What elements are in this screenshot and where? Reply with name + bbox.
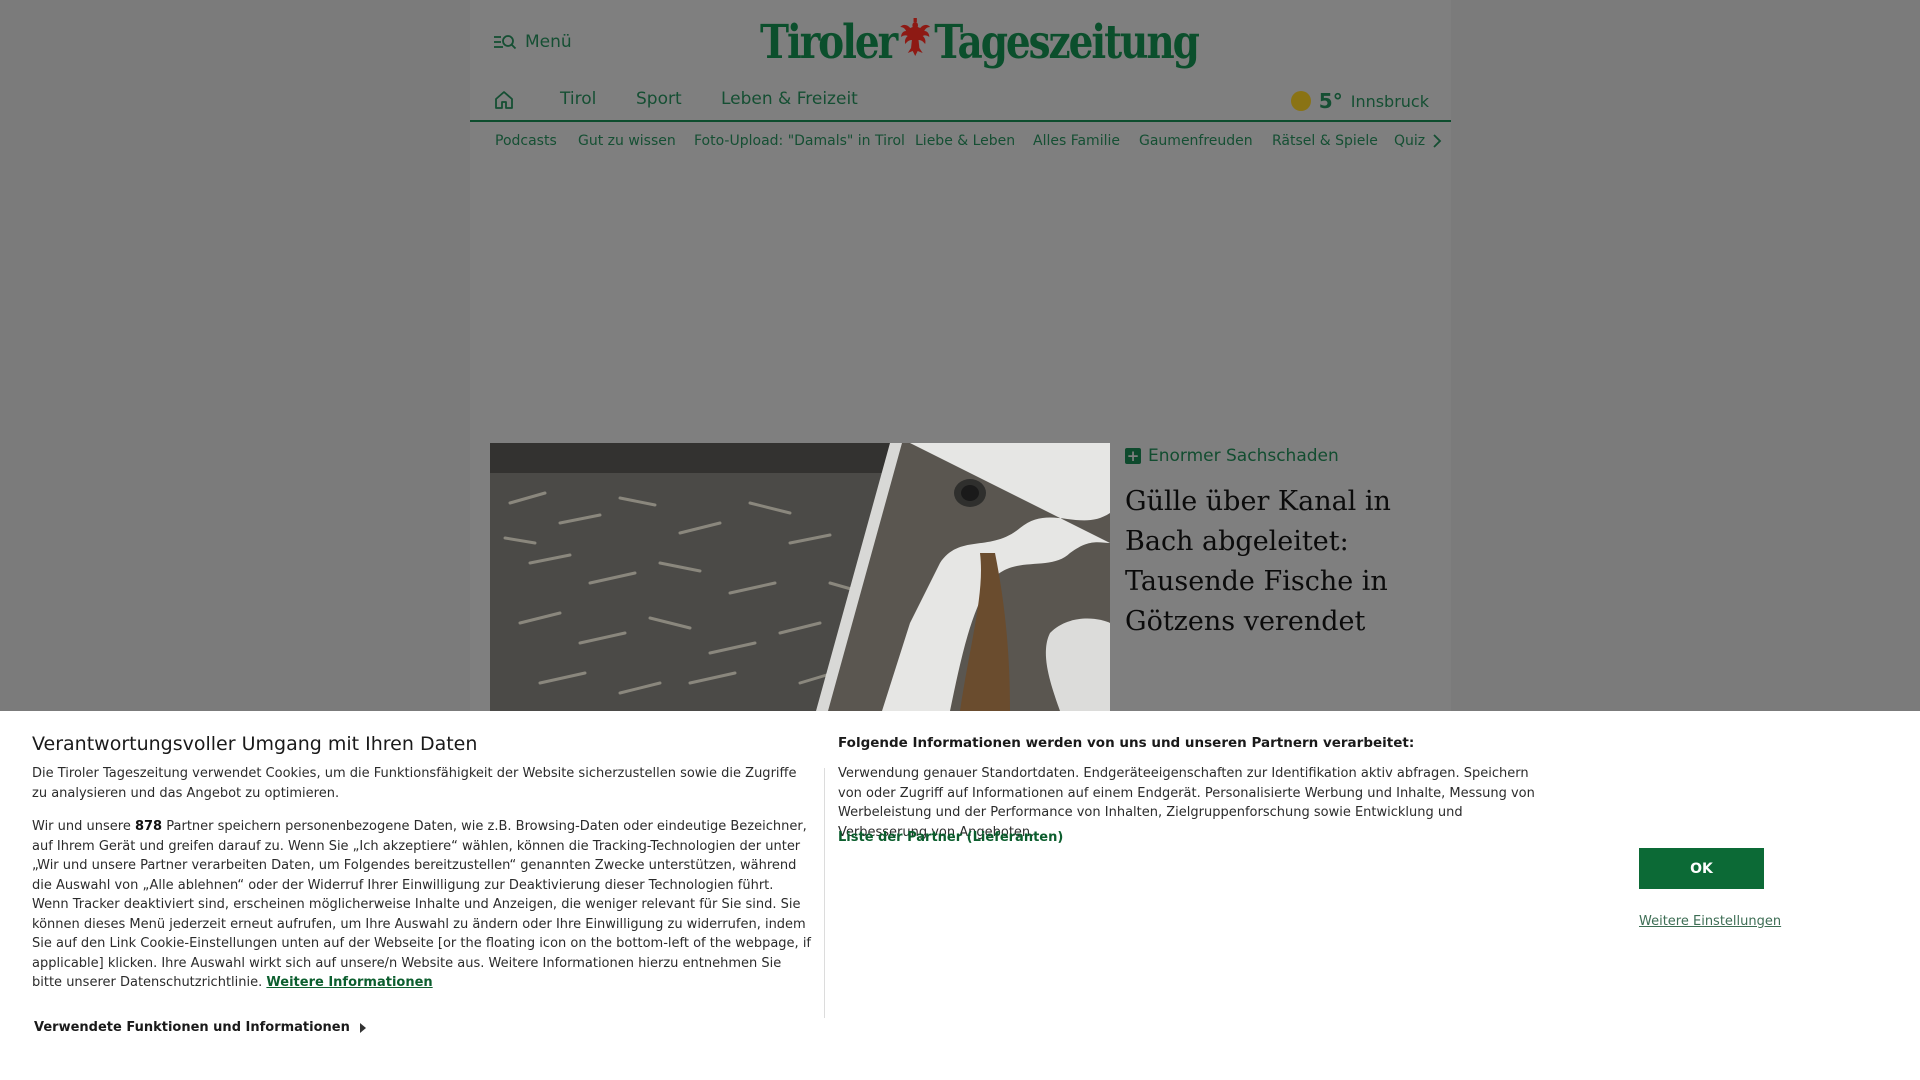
consent-processing-title: Folgende Informationen werden von uns un…: [838, 735, 1415, 751]
subnav-item-gut-zu-wissen[interactable]: Gut zu wissen: [578, 133, 676, 149]
subnav-item-podcasts[interactable]: Podcasts: [495, 133, 557, 149]
consent-intro-text: Die Tiroler Tageszeitung verwendet Cooki…: [32, 766, 797, 801]
weather-city: Innsbruck: [1350, 91, 1429, 111]
consent-divider: [824, 768, 825, 1018]
more-settings-link[interactable]: Weitere Einstellungen: [1639, 914, 1781, 929]
partners-prefix: Wir und unsere: [32, 819, 131, 834]
logo-text-right: Tageszeitung: [934, 14, 1200, 70]
sub-nav: Podcasts Gut zu wissen Foto-Upload: "Dam…: [470, 124, 1451, 160]
partner-list-link[interactable]: Liste der Partner (Lieferanten): [838, 830, 1063, 845]
weather-temperature: 5°: [1318, 89, 1343, 113]
page-content: Menü Tiroler Tageszeitung Tirol Sport Le…: [470, 0, 1451, 711]
consent-title: Verantwortungsvoller Umgang mit Ihren Da…: [32, 733, 478, 755]
subnav-item-quiz[interactable]: Quiz: [1394, 133, 1425, 149]
subnav-item-raetsel-spiele[interactable]: Rätsel & Spiele: [1272, 133, 1378, 149]
nav-item-leben-freizeit[interactable]: Leben & Freizeit: [721, 89, 858, 109]
subnav-item-gaumenfreuden[interactable]: Gaumenfreuden: [1139, 133, 1253, 149]
site-logo[interactable]: Tiroler Tageszeitung: [760, 14, 1200, 70]
article-image[interactable]: [490, 443, 1110, 711]
menu-label: Menü: [525, 32, 572, 52]
nav-item-sport[interactable]: Sport: [636, 89, 682, 109]
consent-partners-text: Wir und unsere 878 Partner speichern per…: [32, 817, 812, 993]
logo-text-left: Tiroler: [760, 14, 898, 70]
partners-count: 878: [134, 819, 163, 834]
menu-button[interactable]: Menü: [493, 32, 572, 52]
ok-button[interactable]: OK: [1639, 848, 1764, 889]
plus-icon: +: [1125, 447, 1141, 465]
chevron-right-icon[interactable]: [1432, 133, 1442, 153]
subnav-item-foto-upload[interactable]: Foto-Upload: "Damals" in Tirol: [694, 133, 905, 149]
home-icon[interactable]: [493, 89, 515, 115]
kicker-text: Enormer Sachschaden: [1148, 446, 1339, 466]
weather-widget[interactable]: 5° Innsbruck: [1290, 89, 1429, 113]
site-header: Menü Tiroler Tageszeitung: [470, 0, 1451, 80]
main-nav: Tirol Sport Leben & Freizeit 5° Innsbruc…: [470, 80, 1451, 122]
subnav-item-liebe-leben[interactable]: Liebe & Leben: [915, 133, 1015, 149]
cookie-consent-banner: Verantwortungsvoller Umgang mit Ihren Da…: [0, 711, 1920, 1080]
used-functions-toggle[interactable]: Verwendete Funktionen und Informationen: [34, 1020, 366, 1035]
caret-right-icon: [359, 1022, 366, 1033]
ad-placeholder: [470, 162, 1451, 442]
used-functions-label: Verwendete Funktionen und Informationen: [34, 1020, 350, 1035]
partners-body: Partner speichern personenbezogene Daten…: [32, 819, 812, 990]
article-headline[interactable]: Gülle über Kanal in Bach abgeleitet: Tau…: [1125, 482, 1435, 642]
nav-item-tirol[interactable]: Tirol: [560, 89, 596, 109]
more-info-link[interactable]: Weitere Informationen: [266, 975, 432, 990]
menu-search-icon: [493, 33, 517, 51]
sun-icon: [1290, 91, 1311, 111]
article-kicker[interactable]: + Enormer Sachschaden: [1125, 446, 1339, 466]
subnav-item-alles-familie[interactable]: Alles Familie: [1033, 133, 1120, 149]
eagle-icon: [899, 15, 932, 70]
